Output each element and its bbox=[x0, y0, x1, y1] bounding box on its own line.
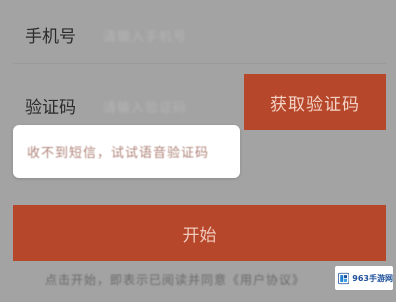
phone-input[interactable]: 请输入手机号 bbox=[103, 26, 187, 45]
agreement-text: 点击开始，即表示已阅读并同意《用户协议》 bbox=[45, 273, 306, 287]
phone-divider bbox=[13, 63, 386, 64]
voice-code-tooltip[interactable]: 收不到短信，试试语音验证码 bbox=[13, 125, 240, 178]
code-input[interactable]: 请输入验证码 bbox=[103, 97, 187, 116]
get-code-button[interactable]: 获取验证码 bbox=[244, 74, 386, 130]
voice-code-tip-text[interactable]: 收不到短信，试试语音验证码 bbox=[27, 142, 209, 161]
watermark-text: 963手游网 bbox=[352, 273, 393, 283]
start-button[interactable]: 开始 bbox=[13, 205, 386, 261]
phone-label: 手机号 bbox=[25, 27, 76, 47]
site-watermark: 963手游网 bbox=[335, 266, 393, 290]
code-label: 验证码 bbox=[25, 98, 76, 118]
watermark-logo-icon bbox=[338, 272, 350, 284]
